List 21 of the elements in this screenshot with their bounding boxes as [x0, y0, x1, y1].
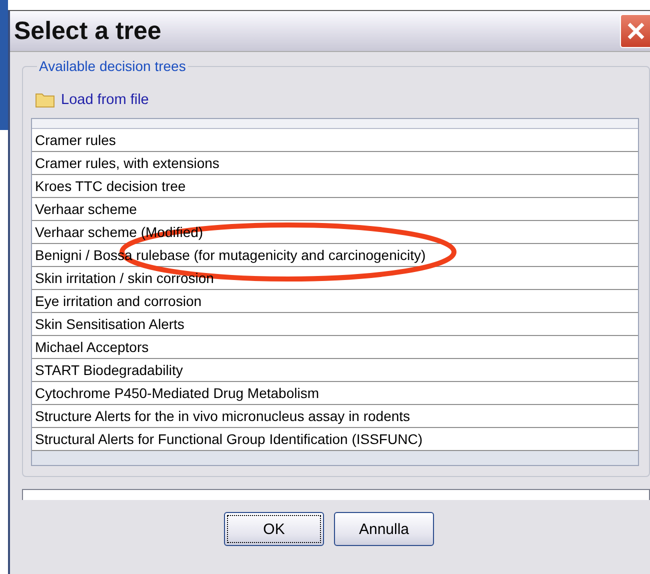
ok-button[interactable]: OK	[224, 512, 324, 546]
list-item[interactable]: Skin Sensitisation Alerts	[32, 313, 638, 336]
list-item[interactable]: Michael Acceptors	[32, 336, 638, 359]
list-item[interactable]: Structural Alerts for Functional Group Identification (ISSFUNC)	[32, 428, 638, 451]
close-button[interactable]	[620, 14, 650, 48]
cancel-button[interactable]: Annulla	[334, 512, 434, 546]
list-item[interactable]: Cramer rules, with extensions	[32, 152, 638, 175]
list-item[interactable]: START Biodegradability	[32, 359, 638, 382]
group-legend: Available decision trees	[37, 58, 188, 74]
list-item[interactable]: Structure Alerts for the in vivo micronucleus assay in rodents	[32, 405, 638, 428]
close-icon	[626, 21, 646, 41]
list-item[interactable]: Cramer rules	[32, 129, 638, 152]
list-item[interactable]: Kroes TTC decision tree	[32, 175, 638, 198]
list-item[interactable]: Cytochrome P450-Mediated Drug Metabolism	[32, 382, 638, 405]
text-field[interactable]	[22, 489, 650, 500]
load-from-file-link[interactable]: Load from file	[35, 92, 149, 108]
list-item[interactable]: Eye irritation and corrosion	[32, 290, 638, 313]
list-item[interactable]: Verhaar scheme	[32, 198, 638, 221]
window-title: Select a tree	[14, 16, 162, 46]
folder-icon	[35, 92, 55, 108]
list-item[interactable]: Skin irritation / skin corrosion	[32, 267, 638, 290]
